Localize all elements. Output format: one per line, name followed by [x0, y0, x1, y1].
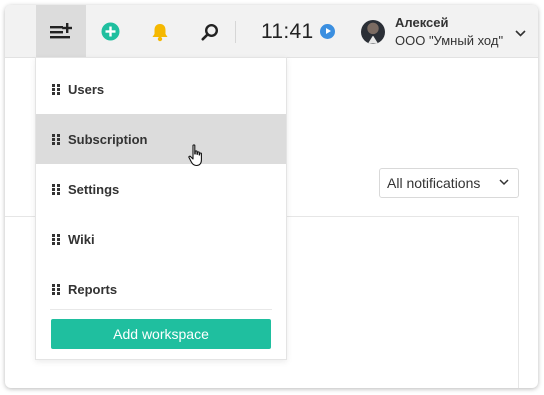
chevron-down-icon [515, 30, 526, 37]
notifications-filter-value: All notifications [387, 175, 481, 191]
dropdown-item-settings[interactable]: Settings [36, 164, 286, 214]
user-menu[interactable]: Алексей ООО "Умный ход" [361, 5, 526, 58]
content-panel-border-right [518, 216, 519, 388]
dropdown-item-label: Reports [68, 281, 118, 297]
drag-handle-icon[interactable] [52, 83, 60, 95]
dropdown-item-users[interactable]: Users [36, 64, 286, 114]
clock[interactable]: 11:41 [261, 5, 335, 58]
add-button[interactable] [93, 5, 127, 58]
drag-handle-icon[interactable] [52, 183, 60, 195]
workspace-menu-button[interactable] [36, 5, 86, 58]
hand-cursor-icon [188, 144, 202, 167]
bell-icon [152, 23, 168, 41]
dropdown-divider [50, 309, 272, 310]
toolbar-divider [235, 21, 236, 43]
dropdown-item-label: Users [68, 81, 105, 97]
play-icon[interactable] [319, 24, 335, 39]
top-bar: 11:41 Алексей ООО "Умный ход" [5, 5, 538, 58]
dropdown-item-subscription[interactable]: Subscription [36, 114, 286, 164]
notifications-button[interactable] [143, 5, 177, 58]
drag-handle-icon[interactable] [52, 283, 60, 295]
clock-time: 11:41 [261, 19, 314, 43]
search-icon [201, 23, 219, 41]
app-window: 11:41 Алексей ООО "Умный ход" All notifi… [5, 5, 538, 388]
dropdown-item-label: Settings [68, 181, 120, 197]
workspace-menu-icon [50, 22, 72, 38]
dropdown-item-label: Subscription [68, 131, 148, 147]
notifications-filter-select[interactable]: All notifications [379, 168, 519, 198]
dropdown-item-reports[interactable]: Reports [36, 264, 286, 314]
user-organization: ООО "Умный ход" [395, 32, 504, 48]
add-workspace-button[interactable]: Add workspace [51, 319, 271, 349]
drag-handle-icon[interactable] [52, 133, 60, 145]
search-button[interactable] [193, 5, 227, 58]
drag-handle-icon[interactable] [52, 233, 60, 245]
workspace-dropdown: Users Subscription Settings Wiki Reports… [35, 57, 287, 360]
dropdown-item-label: Wiki [68, 231, 95, 247]
avatar [361, 19, 385, 44]
dropdown-item-wiki[interactable]: Wiki [36, 214, 286, 264]
plus-circle-icon [101, 22, 119, 41]
chevron-down-icon [499, 179, 509, 186]
user-name: Алексей [395, 14, 449, 30]
